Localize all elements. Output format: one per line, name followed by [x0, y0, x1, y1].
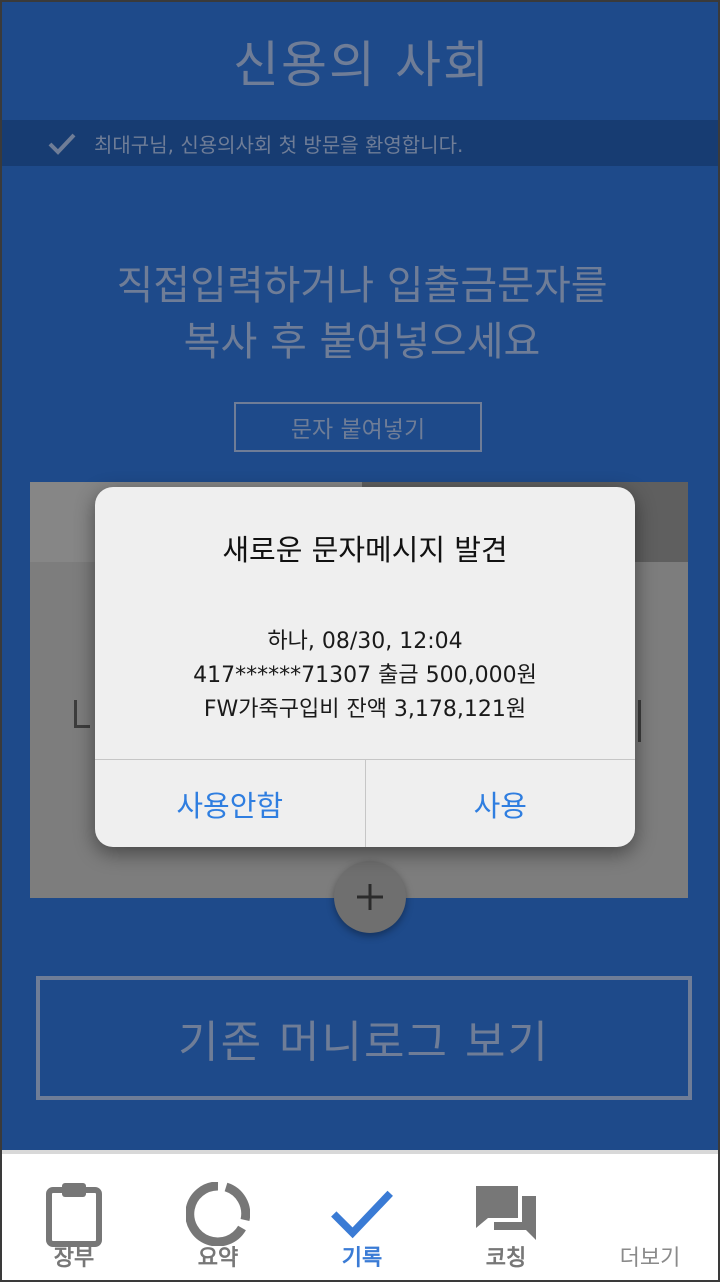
bottom-nav: 장부 요약 기록 코칭 더보기: [2, 1150, 718, 1280]
donut-chart-icon: [186, 1182, 250, 1246]
header: 신용의 사회: [2, 2, 718, 120]
plus-icon: [357, 884, 383, 910]
instruction-line-2: 복사 후 붙여넣으세요: [183, 319, 541, 365]
nav-label-more: 더보기: [619, 1246, 681, 1271]
paste-message-button[interactable]: 문자 붙여넣기: [234, 402, 482, 452]
view-moneylog-button[interactable]: 기존 머니로그 보기: [36, 976, 692, 1100]
checkmark-icon: [48, 133, 76, 155]
nav-label-ledger: 장부: [53, 1246, 95, 1271]
dialog-actions: 사용안함 사용: [95, 759, 635, 847]
dialog-cancel-button[interactable]: 사용안함: [95, 760, 365, 847]
dialog-message-line-1: 하나, 08/30, 12:04: [267, 629, 463, 654]
clipboard-icon: [42, 1182, 106, 1247]
app-title: 신용의 사회: [233, 36, 491, 94]
partial-glyph-right: [638, 700, 641, 742]
nav-label-summary: 요약: [197, 1246, 239, 1271]
app-window: 신용의 사회 최대구님, 신용의사회 첫 방문을 환영합니다. 직접입력하거나 …: [0, 0, 720, 1282]
nav-item-summary[interactable]: 요약: [146, 1154, 290, 1280]
nav-item-ledger[interactable]: 장부: [2, 1154, 146, 1280]
dialog-message-line-3: FW가죽구입비 잔액 3,178,121원: [203, 697, 527, 722]
nav-label-record: 기록: [341, 1246, 383, 1271]
checkmark-icon: [330, 1182, 394, 1246]
dialog-message-line-2: 417******71307 출금 500,000원: [193, 663, 537, 688]
more-icon: [618, 1182, 682, 1246]
nav-item-more[interactable]: 더보기: [578, 1154, 718, 1280]
add-button[interactable]: [334, 861, 406, 933]
dialog-message: 하나, 08/30, 12:04 417******71307 출금 500,0…: [95, 625, 635, 727]
nav-label-coaching: 코칭: [485, 1246, 527, 1271]
nav-item-coaching[interactable]: 코칭: [434, 1154, 578, 1280]
nav-item-record[interactable]: 기록: [290, 1154, 434, 1280]
instruction-line-1: 직접입력하거나 입출금문자를: [116, 263, 608, 309]
welcome-text: 최대구님, 신용의사회 첫 방문을 환영합니다.: [94, 132, 464, 157]
partial-glyph-left: [74, 700, 90, 728]
dialog-title: 새로운 문자메시지 발견: [222, 533, 508, 567]
instruction-text: 직접입력하거나 입출금문자를 복사 후 붙여넣으세요: [2, 258, 718, 370]
dialog-confirm-button[interactable]: 사용: [364, 760, 636, 847]
welcome-banner: 최대구님, 신용의사회 첫 방문을 환영합니다.: [2, 120, 718, 166]
new-message-dialog: 새로운 문자메시지 발견 하나, 08/30, 12:04 417******7…: [95, 487, 635, 847]
chat-bubbles-icon: [474, 1182, 538, 1246]
